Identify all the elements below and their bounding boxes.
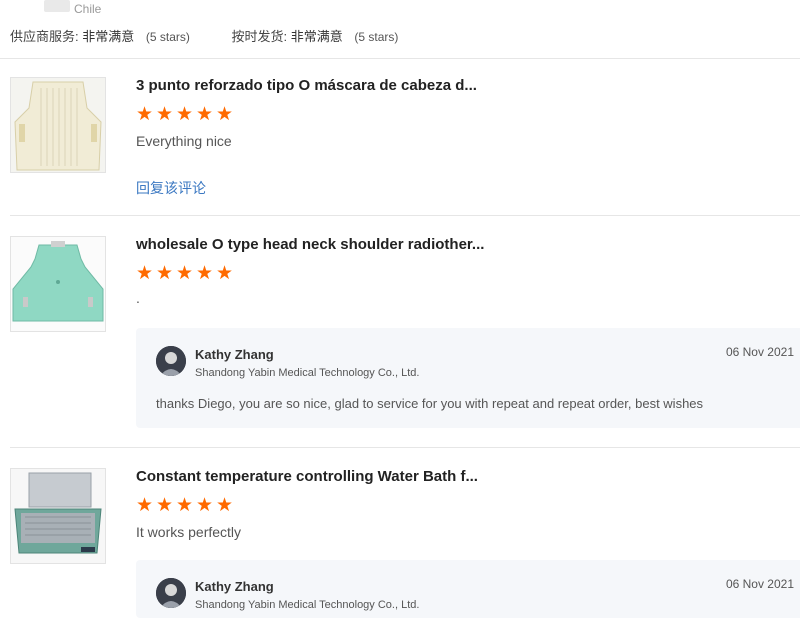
supplier-reply: Kathy Zhang Shandong Yabin Medical Techn… [136,328,800,428]
star-icon: ★ [136,104,154,125]
supplier-service-label: 供应商服务: [10,29,79,44]
star-icon: ★ [136,263,154,284]
reply-author-name: Kathy Zhang [195,579,274,594]
rating-stars: ★ ★ ★ ★ ★ [136,263,234,284]
product-thumbnail[interactable] [10,236,106,332]
reply-company-name: Shandong Yabin Medical Technology Co., L… [195,367,420,379]
divider [10,447,800,448]
reply-to-review-link[interactable]: 回复该评论 [136,178,206,198]
star-icon: ★ [216,104,234,125]
star-icon: ★ [136,495,154,516]
divider [10,215,800,216]
buyer-country: Chile [74,2,102,16]
review-product-title[interactable]: Constant temperature controlling Water B… [136,468,478,485]
star-icon: ★ [176,104,194,125]
mask-product-image [11,78,105,172]
star-icon: ★ [156,104,174,125]
review-product-title[interactable]: wholesale O type head neck shoulder radi… [136,236,484,253]
star-icon: ★ [216,263,234,284]
review-comment: It works perfectly [136,524,242,540]
star-icon: ★ [216,495,234,516]
review-product-title[interactable]: 3 punto reforzado tipo O máscara de cabe… [136,77,477,94]
avatar [156,346,186,376]
reply-date: 06 Nov 2021 [725,345,794,359]
supplier-service-value: 非常满意 [82,29,135,44]
star-icon: ★ [176,495,194,516]
avatar [156,578,186,608]
star-icon: ★ [196,104,214,125]
reply-company-name: Shandong Yabin Medical Technology Co., L… [195,599,420,611]
review-header: Chile 供应商服务: 非常满意 (5 stars) 按时发货: 非常满意 (… [0,0,800,59]
rating-stars: ★ ★ ★ ★ ★ [136,104,234,125]
delivery-label: 按时发货: [231,29,288,44]
product-thumbnail[interactable] [10,468,106,564]
reply-date: 06 Nov 2021 [725,577,794,591]
buyer-avatar [44,0,70,12]
supplier-ratings: 供应商服务: 非常满意 (5 stars) 按时发货: 非常满意 (5 star… [10,26,436,45]
review-comment: . [136,290,140,306]
star-icon: ★ [156,263,174,284]
head-neck-mask-product-image [11,237,105,331]
star-icon: ★ [196,263,214,284]
review-comment: Everything nice [136,133,232,149]
rating-stars: ★ ★ ★ ★ ★ [136,495,234,516]
delivery-value: 非常满意 [290,29,343,44]
supplier-reply: Kathy Zhang Shandong Yabin Medical Techn… [136,560,800,618]
delivery-stars: (5 stars) [354,30,399,44]
water-bath-product-image [11,469,105,563]
reply-author-name: Kathy Zhang [195,347,274,362]
supplier-service-stars: (5 stars) [145,30,190,44]
star-icon: ★ [156,495,174,516]
reply-text: thanks Diego, you are so nice, glad to s… [156,396,704,411]
star-icon: ★ [176,263,194,284]
product-thumbnail[interactable] [10,77,106,173]
star-icon: ★ [196,495,214,516]
